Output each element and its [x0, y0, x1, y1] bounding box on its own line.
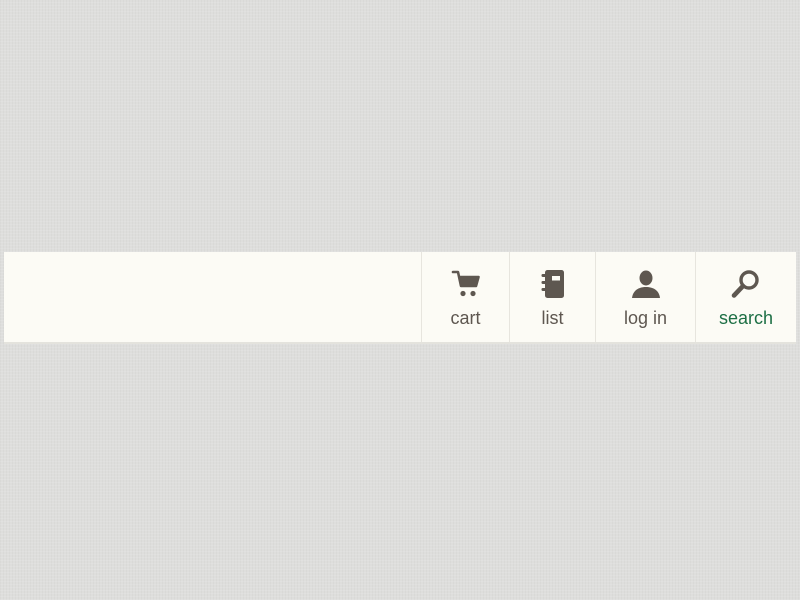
cart-icon	[450, 268, 482, 300]
nav-label-login: log in	[623, 308, 668, 328]
nav-empty-area	[4, 252, 421, 342]
nav-label-search: search	[718, 308, 774, 328]
nav-label-list: list	[541, 308, 564, 328]
user-icon	[630, 268, 662, 300]
nav-item-list[interactable]: list	[509, 252, 595, 342]
top-navigation-bar: cart list log in search	[4, 252, 796, 344]
notebook-icon	[537, 268, 569, 300]
nav-label-cart: cart	[450, 308, 481, 328]
nav-item-cart[interactable]: cart	[421, 252, 509, 342]
nav-item-login[interactable]: log in	[595, 252, 695, 342]
nav-item-search[interactable]: search	[695, 252, 796, 342]
search-icon	[730, 268, 762, 300]
